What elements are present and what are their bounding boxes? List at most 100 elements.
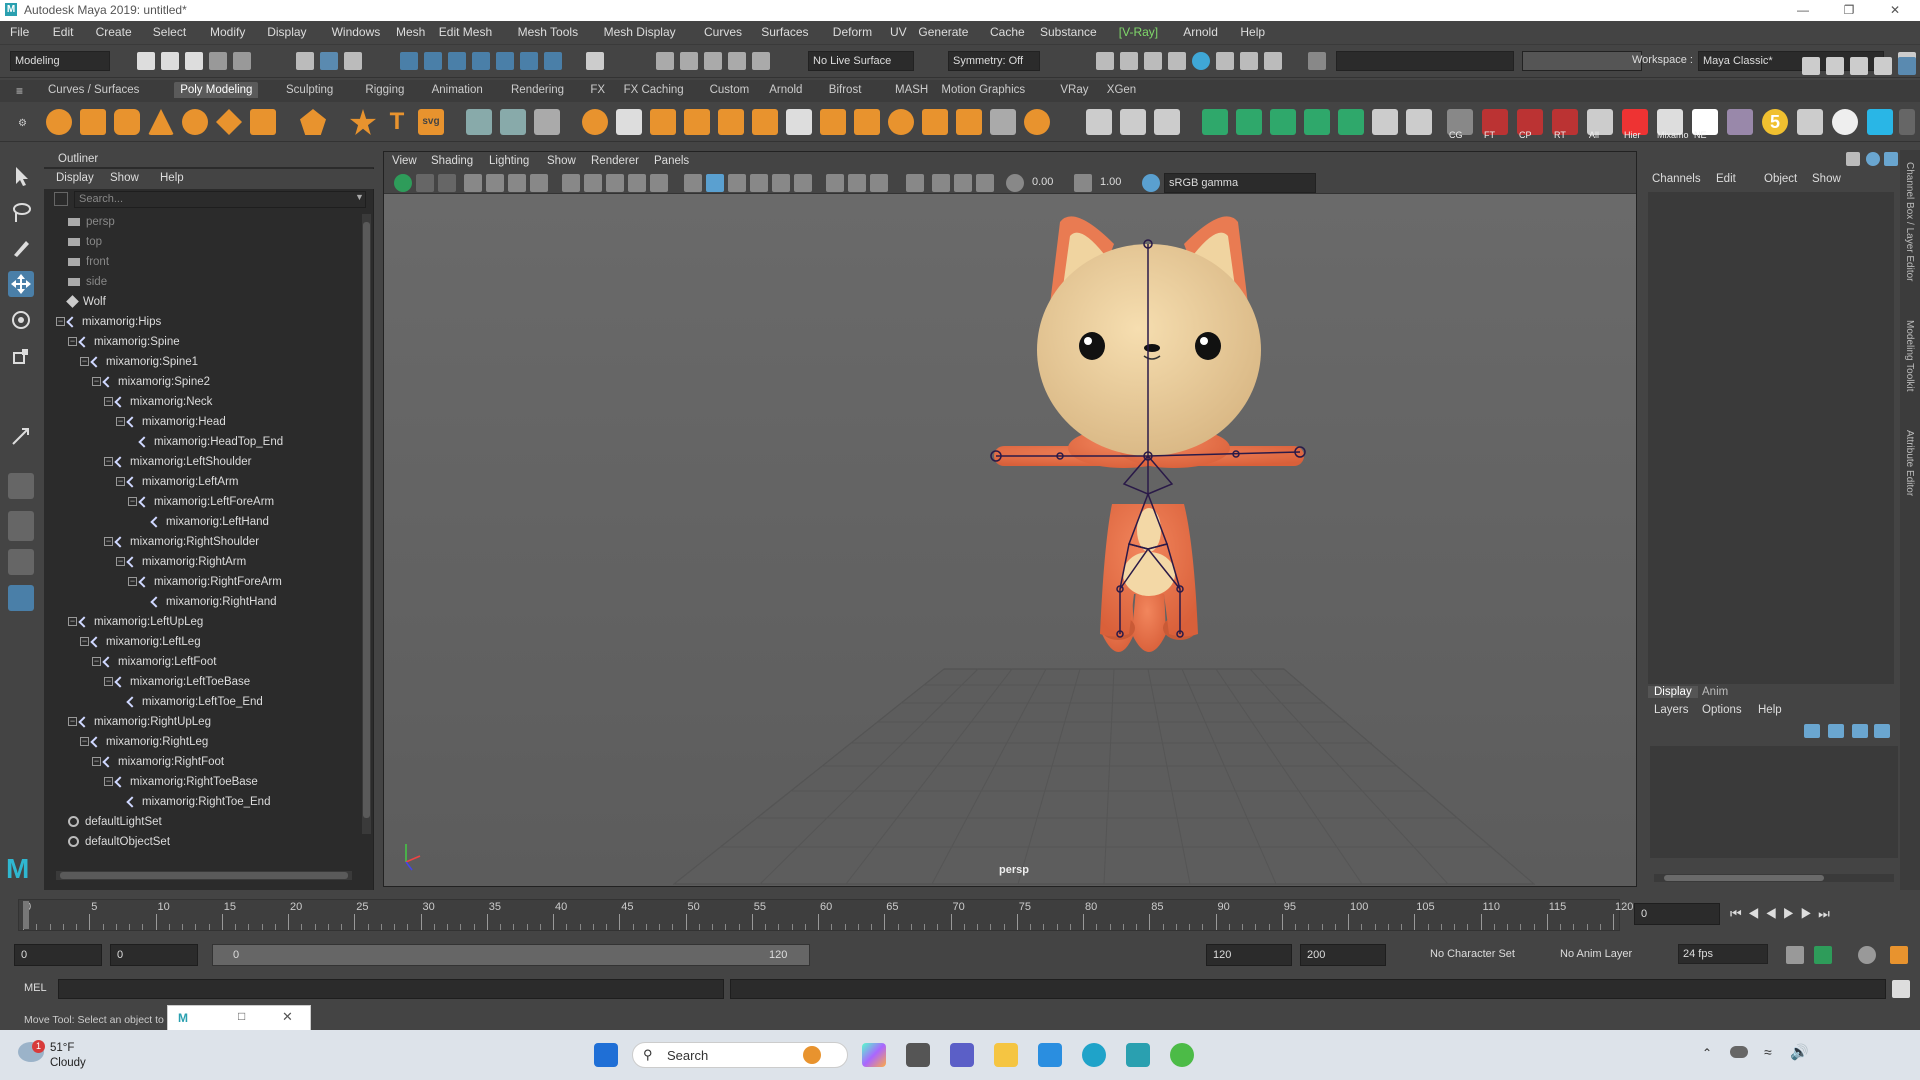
outliner-expand-toggle[interactable]: − [68, 337, 77, 346]
outliner-item[interactable]: mixamorig:RightShoulder [114, 532, 259, 552]
outliner-item[interactable]: mixamorig:Head [126, 412, 226, 432]
outliner-filter-icon[interactable] [54, 192, 68, 206]
scene-start-field[interactable]: 0 [14, 944, 102, 966]
select-by-hierarchy-icon[interactable] [296, 52, 314, 70]
outliner-layout-icon[interactable] [8, 585, 34, 611]
smooth-shade-icon[interactable] [706, 174, 724, 192]
default-material-icon[interactable] [728, 174, 746, 192]
outliner-item[interactable]: persp [68, 212, 115, 232]
hypershade-icon[interactable] [1192, 52, 1210, 70]
shelf-tab-arnold[interactable]: Arnold [769, 84, 802, 96]
file-explorer-icon[interactable] [994, 1043, 1018, 1067]
playback-controls[interactable]: ⏮◀◀▶▶⏭ [1730, 906, 1836, 922]
help-query-icon[interactable] [544, 52, 562, 70]
outliner-item[interactable]: mixamorig:RightToeBase [114, 772, 258, 792]
render-view-icon[interactable] [1096, 52, 1114, 70]
xray-icon[interactable] [932, 174, 950, 192]
menu-curves[interactable]: Curves [704, 25, 742, 39]
outliner-item[interactable]: mixamorig:Hips [66, 312, 161, 332]
outliner-expand-toggle[interactable]: − [68, 717, 77, 726]
outliner-item[interactable]: top [68, 232, 102, 252]
outliner-expand-toggle[interactable]: − [128, 497, 137, 506]
menu-file[interactable]: File [10, 25, 29, 39]
viewport-menu-shading[interactable]: Shading [431, 155, 473, 167]
start-windows-icon[interactable] [594, 1043, 618, 1067]
channel-box-menu-edit[interactable]: Edit [1716, 173, 1736, 185]
gamma-field[interactable]: 1.00 [1096, 173, 1136, 193]
outliner-expand-toggle[interactable]: − [116, 477, 125, 486]
menu-uv[interactable]: UV [890, 25, 907, 39]
human-ik-icon[interactable] [1826, 57, 1844, 75]
loop-icon[interactable] [1786, 946, 1804, 964]
menu-cache[interactable]: Cache [990, 25, 1025, 39]
outliner-expand-toggle[interactable]: − [104, 677, 113, 686]
shelf-settings-icon[interactable]: ⚙ [18, 118, 27, 129]
outliner-item[interactable]: mixamorig:LeftToeBase [114, 672, 250, 692]
layer-menu-layers[interactable]: Layers [1654, 704, 1689, 716]
poly-plane-icon[interactable] [216, 109, 242, 135]
rig-tool-5-icon[interactable] [1338, 109, 1364, 135]
outliner-item[interactable]: side [68, 272, 107, 292]
fill-hole-icon[interactable] [922, 109, 948, 135]
mel-label[interactable]: MEL [24, 982, 47, 994]
super-shape-icon[interactable] [350, 109, 376, 135]
outliner-expand-toggle[interactable]: − [92, 657, 101, 666]
gamma-icon[interactable] [1074, 174, 1092, 192]
platonic-solid-icon[interactable] [300, 109, 326, 135]
outliner-expand-toggle[interactable]: − [92, 757, 101, 766]
combine-icon[interactable] [582, 109, 608, 135]
new-layer-from-selection-icon[interactable] [1874, 724, 1890, 738]
exposure-icon[interactable] [1006, 174, 1024, 192]
skull-icon[interactable] [1832, 109, 1858, 135]
outliner-expand-toggle[interactable]: − [104, 457, 113, 466]
outliner-expand-toggle[interactable]: − [116, 557, 125, 566]
playback-start-field[interactable]: 0 [110, 944, 198, 966]
shelf-tab-vray[interactable]: VRay [1060, 84, 1088, 96]
layer-move-up-icon[interactable] [1804, 724, 1820, 738]
outliner-item[interactable]: mixamorig:LeftHand [150, 512, 269, 532]
outliner-expand-toggle[interactable]: − [92, 377, 101, 386]
attribute-editor-icon[interactable] [1850, 57, 1868, 75]
xray-components-icon[interactable] [976, 174, 994, 192]
viewport-menu-renderer[interactable]: Renderer [591, 155, 639, 167]
outliner-expand-toggle[interactable]: − [104, 537, 113, 546]
outliner-item[interactable]: mixamorig:RightToe_End [126, 792, 270, 812]
shelf-tab-mash[interactable]: MASH [895, 84, 928, 96]
fps-dropdown[interactable]: 24 fps [1678, 944, 1768, 964]
current-time-indicator[interactable] [23, 901, 29, 929]
mel-input[interactable] [58, 979, 724, 999]
snap-surface-icon[interactable] [496, 52, 514, 70]
layer-move-down-icon[interactable] [1828, 724, 1844, 738]
snap-view-plane-icon[interactable] [472, 52, 490, 70]
mirror-icon[interactable] [752, 109, 778, 135]
scale-tool-icon[interactable] [8, 343, 34, 369]
isolate-select-icon[interactable] [906, 174, 924, 192]
outliner-menu-help[interactable]: Help [160, 172, 184, 184]
viewport-menu-panels[interactable]: Panels [654, 155, 689, 167]
lock-icon[interactable] [586, 52, 604, 70]
outliner-expand-toggle[interactable]: − [80, 637, 89, 646]
taskbar-thumbnail[interactable]: M □ ✕ [167, 1005, 311, 1031]
extract-icon[interactable] [650, 109, 676, 135]
maya-taskbar-icon[interactable] [1126, 1043, 1150, 1067]
tray-chevron-icon[interactable]: ⌃ [1702, 1046, 1712, 1060]
render-settings-icon[interactable] [1168, 52, 1186, 70]
outliner-item[interactable]: mixamorig:RightHand [150, 592, 277, 612]
bookmarks-icon[interactable] [464, 174, 482, 192]
outliner-hscrollbar[interactable] [56, 871, 352, 880]
channel-box-menu-object[interactable]: Object [1764, 173, 1797, 185]
current-frame-field[interactable]: 0 [1634, 903, 1720, 925]
close-button[interactable]: ✕ [1872, 0, 1918, 21]
shelf-menu-icon[interactable]: ≡ [16, 84, 23, 98]
reduce-icon[interactable] [786, 109, 812, 135]
poly-disc-icon[interactable] [250, 109, 276, 135]
relax-icon[interactable] [1154, 109, 1180, 135]
rig-tool-3-icon[interactable] [1270, 109, 1296, 135]
time-slider[interactable]: 0 5 10 15 20 25 30 35 40 45 50 55 60 65 70 75 80 85 90 95 10… [0, 896, 1920, 934]
menu-help[interactable]: Help [1240, 25, 1265, 39]
rig-tool-4-icon[interactable] [1304, 109, 1330, 135]
shelf-tab-curves-surfaces[interactable]: Curves / Surfaces [48, 84, 139, 96]
outliner-item[interactable]: defaultLightSet [68, 812, 162, 832]
type-tool-icon[interactable]: T [384, 109, 410, 135]
soft-select-brush-icon[interactable] [1086, 109, 1112, 135]
